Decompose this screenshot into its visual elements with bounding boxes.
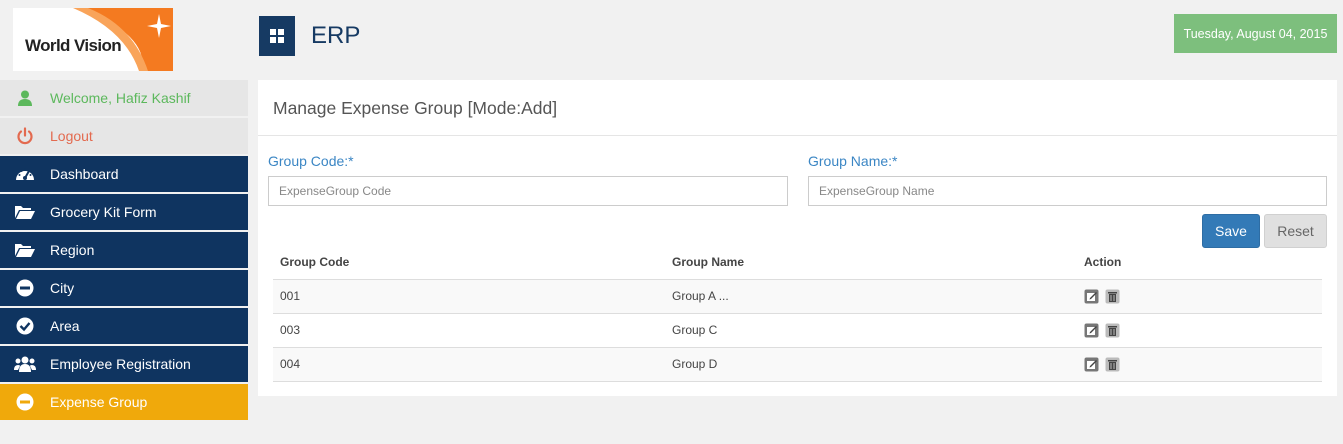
folder-open-icon: [14, 202, 36, 222]
user-icon: [14, 88, 36, 108]
grid-icon: [270, 29, 284, 43]
action-cell: [1077, 347, 1322, 382]
sidebar-item-welcome[interactable]: Welcome, Hafiz Kashif: [0, 80, 248, 116]
group-code-label: Group Code:*: [268, 153, 354, 169]
delete-icon[interactable]: [1105, 289, 1120, 304]
sidebar-item-label: Area: [50, 318, 80, 334]
reset-button[interactable]: Reset: [1264, 214, 1327, 248]
expense-group-table: Group Code Group Name Action 001 Group A…: [273, 246, 1322, 382]
minus-circle-icon: [14, 392, 36, 412]
sidebar-item-employee-registration[interactable]: Employee Registration: [0, 346, 248, 382]
users-icon: [14, 354, 36, 374]
delete-icon[interactable]: [1105, 323, 1120, 338]
sidebar-item-label: Region: [50, 242, 95, 258]
sidebar-item-logout[interactable]: Logout: [0, 118, 248, 154]
table-row: 001 Group A ...: [273, 279, 1322, 314]
group-code-input[interactable]: [268, 176, 788, 206]
sidebar-item-region[interactable]: Region: [0, 232, 248, 268]
column-header-group-code[interactable]: Group Code: [273, 246, 665, 280]
delete-icon[interactable]: [1105, 357, 1120, 372]
group-code-cell: 001: [273, 279, 665, 314]
group-code-cell: 004: [273, 347, 665, 382]
date-badge: Tuesday, August 04, 2015: [1174, 14, 1337, 53]
group-name-cell: Group A ...: [665, 279, 1077, 314]
sidebar-item-city[interactable]: City: [0, 270, 248, 306]
group-name-input[interactable]: [808, 176, 1327, 206]
column-header-action: Action: [1077, 246, 1322, 280]
logo-text: World Vision: [25, 36, 122, 55]
edit-icon[interactable]: [1084, 289, 1099, 304]
power-icon: [14, 126, 36, 146]
sidebar-item-label: Grocery Kit Form: [50, 204, 157, 220]
group-code-cell: 003: [273, 313, 665, 348]
save-button[interactable]: Save: [1202, 214, 1260, 248]
sidebar-item-label: Welcome, Hafiz Kashif: [50, 90, 191, 106]
column-header-group-name[interactable]: Group Name: [665, 246, 1077, 280]
dashboard-icon: [14, 164, 36, 184]
sidebar-item-area[interactable]: Area: [0, 308, 248, 344]
group-name-cell: Group C: [665, 313, 1077, 348]
sidebar-item-label: Logout: [50, 128, 93, 144]
app-title: ERP: [311, 22, 361, 49]
table-row: 004 Group D: [273, 347, 1322, 382]
sidebar-item-label: Dashboard: [50, 166, 119, 182]
table-row: 003 Group C: [273, 313, 1322, 348]
panel-divider: [258, 135, 1337, 136]
table-header-row: Group Code Group Name Action: [273, 246, 1322, 280]
minus-circle-icon: [14, 278, 36, 298]
folder-open-icon: [14, 240, 36, 260]
world-vision-logo: World Vision: [13, 8, 173, 71]
page-title: Manage Expense Group [Mode:Add]: [273, 98, 558, 118]
sidebar-item-grocery-kit-form[interactable]: Grocery Kit Form: [0, 194, 248, 230]
manage-expense-group-panel: Manage Expense Group [Mode:Add] Group Co…: [258, 80, 1337, 396]
sidebar: Welcome, Hafiz Kashif Logout Dashboard G…: [0, 80, 248, 422]
action-cell: [1077, 313, 1322, 348]
edit-icon[interactable]: [1084, 323, 1099, 338]
action-cell: [1077, 279, 1322, 314]
group-name-cell: Group D: [665, 347, 1077, 382]
edit-icon[interactable]: [1084, 357, 1099, 372]
check-circle-icon: [14, 316, 36, 336]
app-menu-button[interactable]: [259, 16, 295, 56]
sidebar-item-dashboard[interactable]: Dashboard: [0, 156, 248, 192]
sidebar-item-label: City: [50, 280, 75, 296]
group-name-label: Group Name:*: [808, 153, 898, 169]
sidebar-item-expense-group[interactable]: Expense Group: [0, 384, 248, 420]
sidebar-item-label: Expense Group: [50, 394, 148, 410]
sidebar-item-label: Employee Registration: [50, 356, 191, 372]
